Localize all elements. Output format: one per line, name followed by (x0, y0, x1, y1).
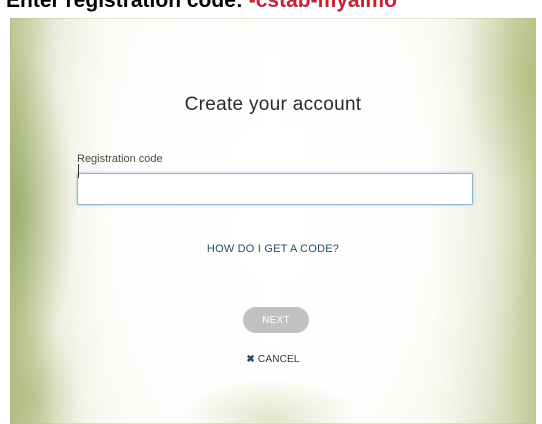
how-do-i-get-a-code-link[interactable]: HOW DO I GET A CODE? (10, 243, 536, 255)
text-caret (78, 164, 79, 178)
registration-code-input[interactable] (77, 173, 473, 205)
next-button[interactable]: NEXT (243, 307, 309, 333)
instruction-prefix: Enter registration code: (6, 0, 249, 12)
registration-dialog: Create your account Registration code HO… (10, 18, 536, 424)
cancel-label: CANCEL (257, 354, 300, 365)
close-icon: ✖ (246, 354, 255, 365)
cancel-link[interactable]: ✖ CANCEL (10, 354, 536, 365)
page-title: Create your account (184, 94, 362, 115)
instruction-text: Enter registration code: -cstab-myalmo (6, 0, 397, 15)
registration-code-label: Registration code (77, 153, 163, 165)
instruction-code: -cstab-myalmo (248, 0, 397, 12)
